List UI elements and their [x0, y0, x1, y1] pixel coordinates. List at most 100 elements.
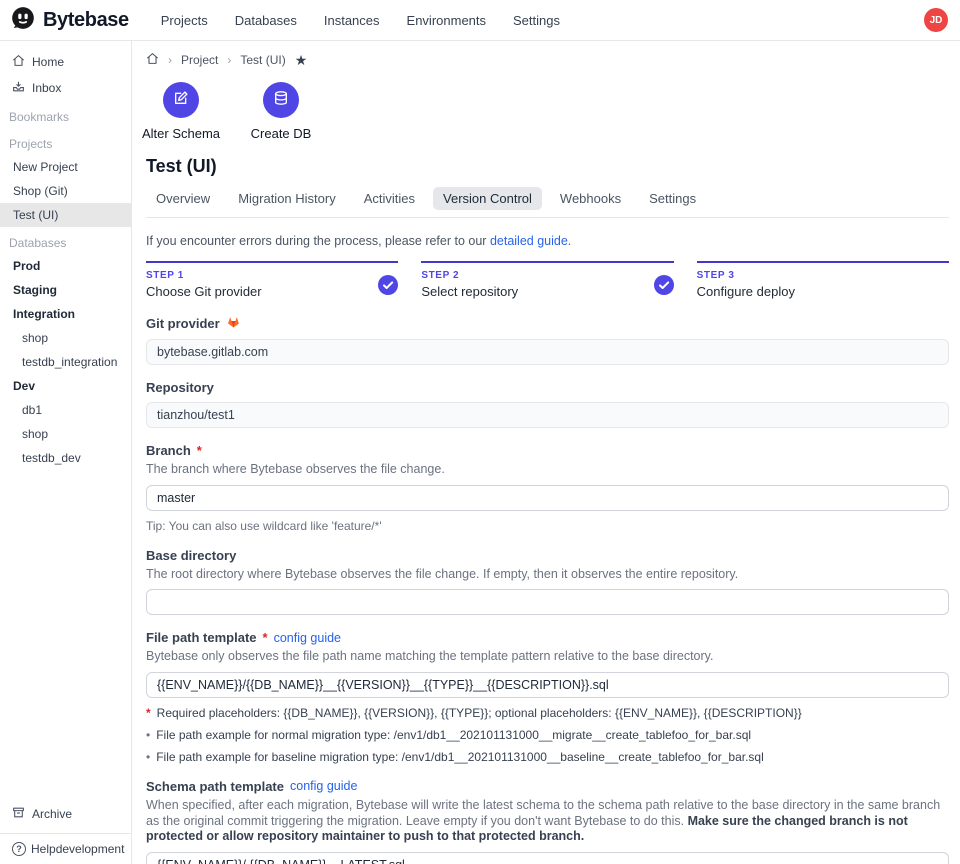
page-title: Test (UI)	[146, 156, 949, 177]
sidebar-item-archive[interactable]: Archive	[0, 801, 131, 827]
step-2: STEP 2 Select repository	[421, 261, 673, 299]
inbox-icon	[12, 80, 25, 96]
sidebar-item-shop-git[interactable]: Shop (Git)	[0, 179, 131, 203]
sidebar-env-staging[interactable]: Staging	[0, 278, 131, 302]
sidebar-section-databases: Databases	[0, 227, 131, 254]
branch-tip: Tip: You can also use wildcard like 'fea…	[146, 519, 949, 533]
tab-activities[interactable]: Activities	[354, 187, 425, 210]
breadcrumb-current: Test (UI)	[240, 53, 285, 67]
nav-environments[interactable]: Environments	[407, 13, 486, 28]
git-provider-field: Git provider	[146, 315, 949, 365]
nav-instances[interactable]: Instances	[324, 13, 380, 28]
sidebar-item-inbox[interactable]: Inbox	[0, 75, 131, 101]
user-avatar[interactable]: JD	[924, 8, 948, 32]
brand-name: Bytebase	[43, 9, 129, 32]
step-wizard: STEP 1 Choose Git provider STEP 2 Select…	[146, 261, 949, 299]
help-button[interactable]: ? Help	[12, 842, 56, 856]
file-path-note-example-normal: • File path example for normal migration…	[146, 728, 949, 742]
create-db-label: Create DB	[251, 126, 312, 141]
step-2-check-icon	[654, 275, 674, 295]
git-provider-label: Git provider	[146, 316, 220, 331]
sidebar-db-testdb-dev[interactable]: testdb_dev	[0, 446, 131, 470]
favorite-star-icon[interactable]: ★	[295, 53, 308, 67]
quick-actions: Alter Schema Create DB	[146, 82, 949, 141]
sidebar-inbox-label: Inbox	[32, 81, 61, 95]
sidebar-env-prod[interactable]: Prod	[0, 254, 131, 278]
database-icon	[273, 90, 289, 111]
detailed-guide-link[interactable]: detailed guide.	[490, 234, 571, 248]
sidebar-env-integration[interactable]: Integration	[0, 302, 131, 326]
breadcrumb-project[interactable]: Project	[181, 53, 218, 67]
archive-icon	[12, 806, 25, 822]
file-path-template-field: File path template * config guide Byteba…	[146, 630, 949, 764]
note-marker: *	[146, 706, 151, 720]
step-1-check-icon	[378, 275, 398, 295]
branch-label: Branch	[146, 443, 191, 458]
schema-path-template-description: When specified, after each migration, By…	[146, 798, 949, 845]
schema-path-template-label: Schema path template	[146, 779, 284, 794]
sidebar: Home Inbox Bookmarks Projects New Projec…	[0, 41, 132, 864]
environment-tag: development	[56, 842, 125, 856]
sidebar-item-home[interactable]: Home	[0, 49, 131, 75]
schema-path-config-guide-link[interactable]: config guide	[290, 779, 357, 793]
bytebase-logo-icon	[10, 5, 36, 36]
step-1: STEP 1 Choose Git provider	[146, 261, 398, 299]
step-2-label: STEP 2	[421, 270, 518, 281]
note-marker: •	[146, 750, 150, 764]
repository-label: Repository	[146, 380, 214, 395]
sidebar-db-testdb-integration[interactable]: testdb_integration	[0, 350, 131, 374]
note-text: Required placeholders: {{DB_NAME}}, {{VE…	[157, 706, 802, 720]
base-directory-description: The root directory where Bytebase observ…	[146, 567, 949, 583]
main-content: › Project › Test (UI) ★ Alter Schema	[132, 41, 960, 864]
edit-icon	[173, 90, 189, 111]
breadcrumb-separator: ›	[168, 53, 172, 67]
alter-schema-button[interactable]: Alter Schema	[146, 82, 216, 141]
sidebar-db-shop-integration[interactable]: shop	[0, 326, 131, 350]
schema-path-template-input[interactable]	[146, 852, 949, 864]
create-db-button[interactable]: Create DB	[246, 82, 316, 141]
sidebar-db-shop-dev[interactable]: shop	[0, 422, 131, 446]
breadcrumb: › Project › Test (UI) ★	[146, 52, 949, 68]
sidebar-item-test-ui[interactable]: Test (UI)	[0, 203, 131, 227]
sidebar-env-dev[interactable]: Dev	[0, 374, 131, 398]
alter-schema-label: Alter Schema	[142, 126, 220, 141]
sidebar-home-label: Home	[32, 55, 64, 69]
tab-overview[interactable]: Overview	[146, 187, 220, 210]
tab-bar: Overview Migration History Activities Ve…	[146, 187, 949, 218]
sidebar-db-db1[interactable]: db1	[0, 398, 131, 422]
bytebase-logo[interactable]: Bytebase	[10, 5, 129, 36]
tab-settings[interactable]: Settings	[639, 187, 706, 210]
git-provider-input[interactable]	[146, 339, 949, 365]
base-directory-input[interactable]	[146, 589, 949, 615]
step-1-title: Choose Git provider	[146, 284, 262, 299]
tab-webhooks[interactable]: Webhooks	[550, 187, 631, 210]
file-path-note-required: * Required placeholders: {{DB_NAME}}, {{…	[146, 706, 949, 720]
file-path-template-input[interactable]	[146, 672, 949, 698]
sidebar-item-new-project[interactable]: New Project	[0, 155, 131, 179]
help-label: Help	[31, 842, 56, 856]
branch-field: Branch * The branch where Bytebase obser…	[146, 443, 949, 533]
step-3-title: Configure deploy	[697, 284, 795, 299]
tab-migration-history[interactable]: Migration History	[228, 187, 346, 210]
step-2-title: Select repository	[421, 284, 518, 299]
step-3-label: STEP 3	[697, 270, 795, 281]
branch-input[interactable]	[146, 485, 949, 511]
repository-input[interactable]	[146, 402, 949, 428]
required-asterisk: *	[263, 630, 268, 645]
tab-version-control[interactable]: Version Control	[433, 187, 542, 210]
breadcrumb-separator: ›	[227, 53, 231, 67]
breadcrumb-home-icon[interactable]	[146, 52, 159, 68]
note-text: File path example for normal migration t…	[156, 728, 751, 742]
file-path-template-description: Bytebase only observes the file path nam…	[146, 649, 949, 665]
main-nav: Projects Databases Instances Environment…	[161, 13, 560, 28]
top-nav: Bytebase Projects Databases Instances En…	[0, 0, 960, 41]
nav-settings[interactable]: Settings	[513, 13, 560, 28]
nav-databases[interactable]: Databases	[235, 13, 297, 28]
nav-projects[interactable]: Projects	[161, 13, 208, 28]
home-icon	[12, 54, 25, 70]
base-directory-label: Base directory	[146, 548, 236, 563]
repository-field: Repository	[146, 380, 949, 428]
help-icon: ?	[12, 842, 26, 856]
guide-prefix: If you encounter errors during the proce…	[146, 234, 490, 248]
file-path-config-guide-link[interactable]: config guide	[274, 631, 341, 645]
